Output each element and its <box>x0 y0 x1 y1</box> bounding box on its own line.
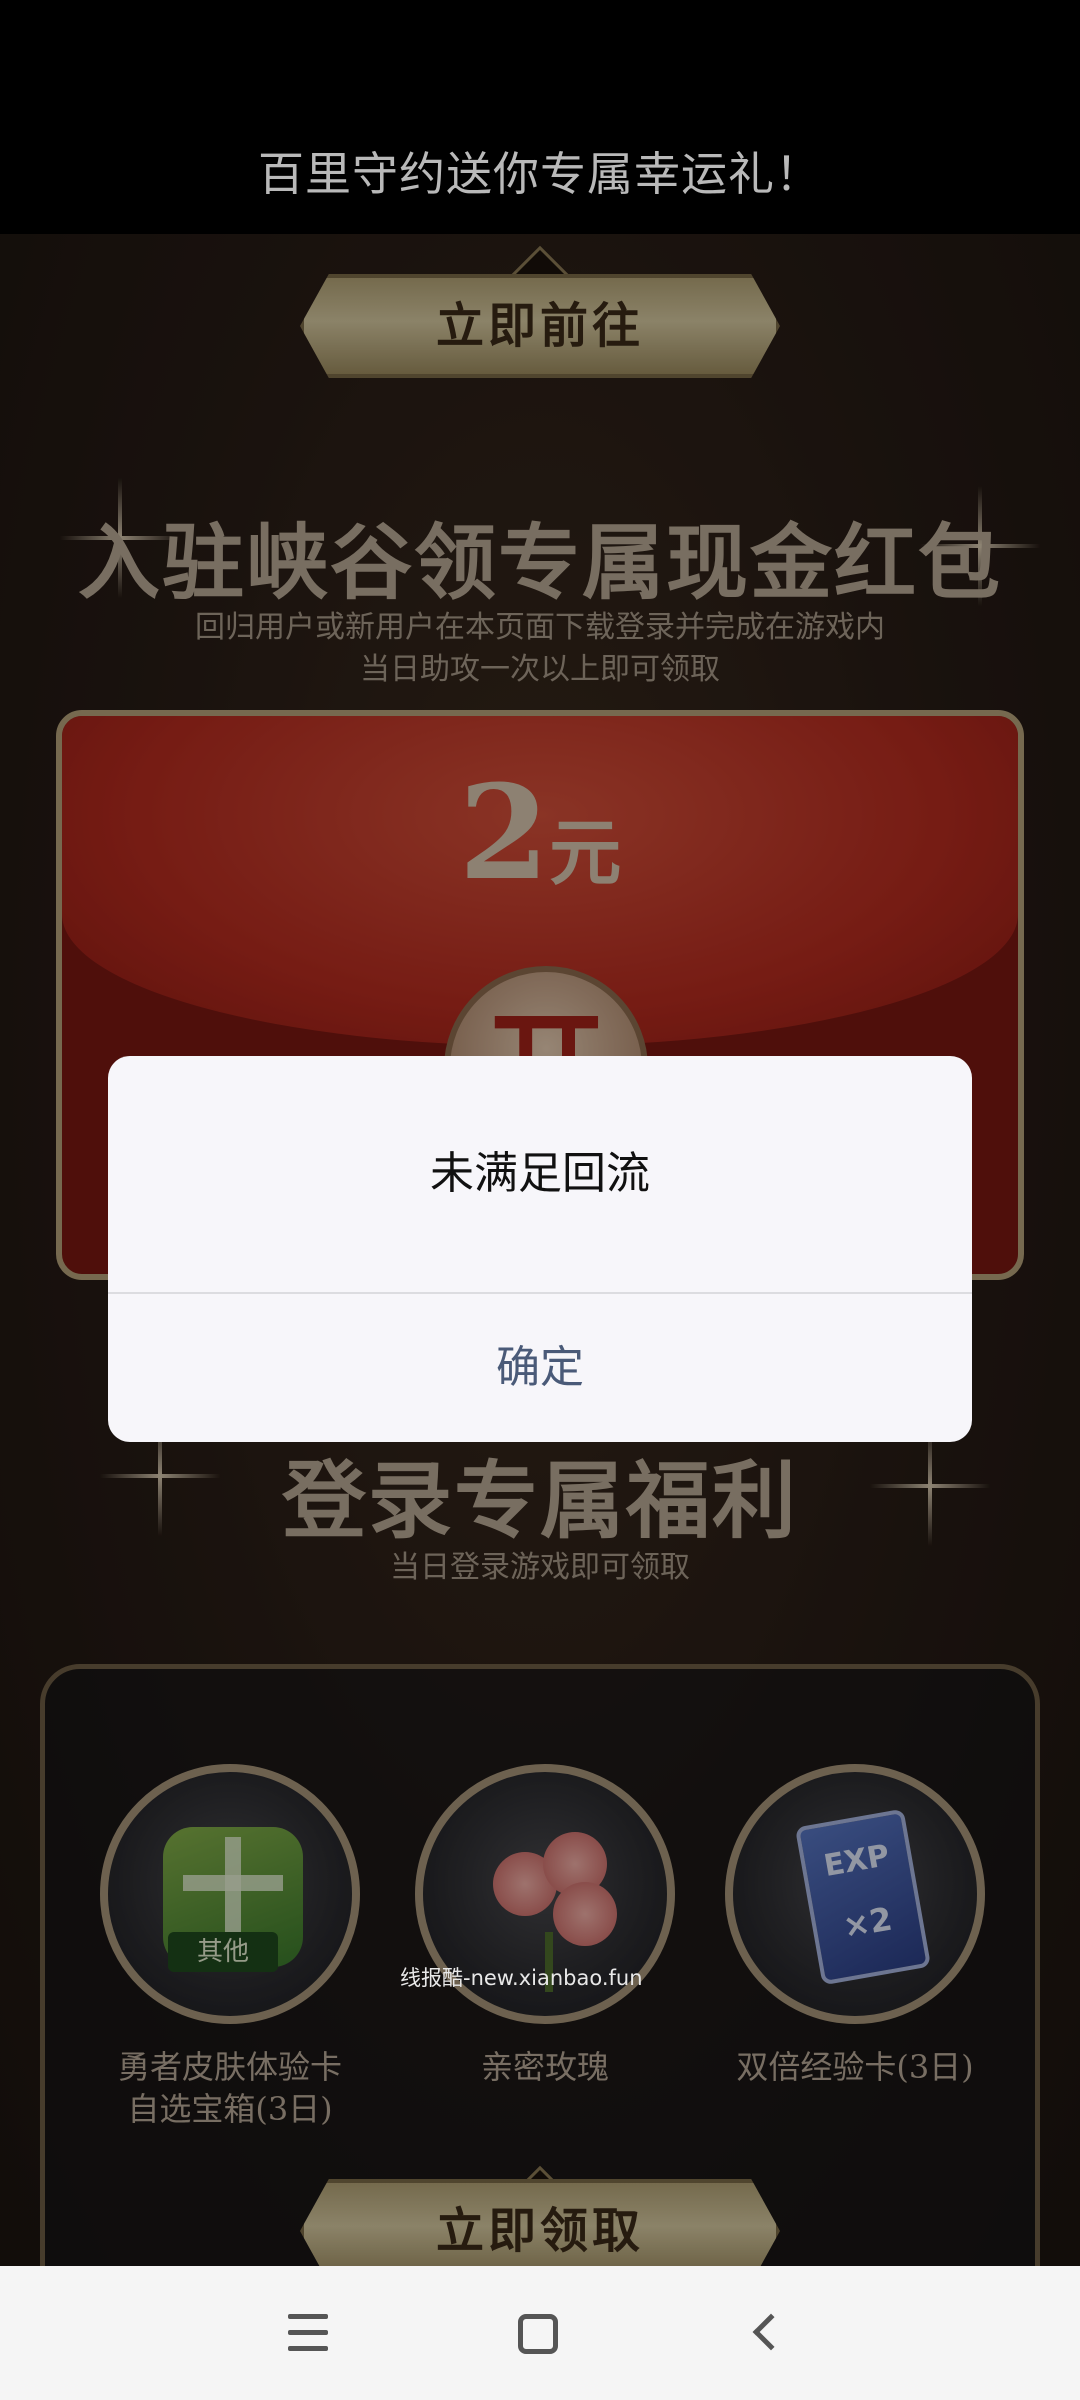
home-icon[interactable] <box>518 2314 558 2354</box>
top-header: 百里守约送你专属幸运礼！ <box>0 0 1080 234</box>
page-title: 百里守约送你专属幸运礼！ <box>258 147 822 201</box>
system-nav-bar <box>0 2266 1080 2400</box>
watermark-text: 线报酷-new.xianbao.fun <box>400 1966 643 1990</box>
alert-dialog: 未满足回流 确定 <box>108 1056 972 1442</box>
back-icon[interactable] <box>752 2313 790 2351</box>
menu-icon[interactable] <box>278 2302 342 2366</box>
dialog-message: 未满足回流 <box>430 1148 650 1199</box>
confirm-button[interactable]: 确定 <box>108 1294 972 1442</box>
